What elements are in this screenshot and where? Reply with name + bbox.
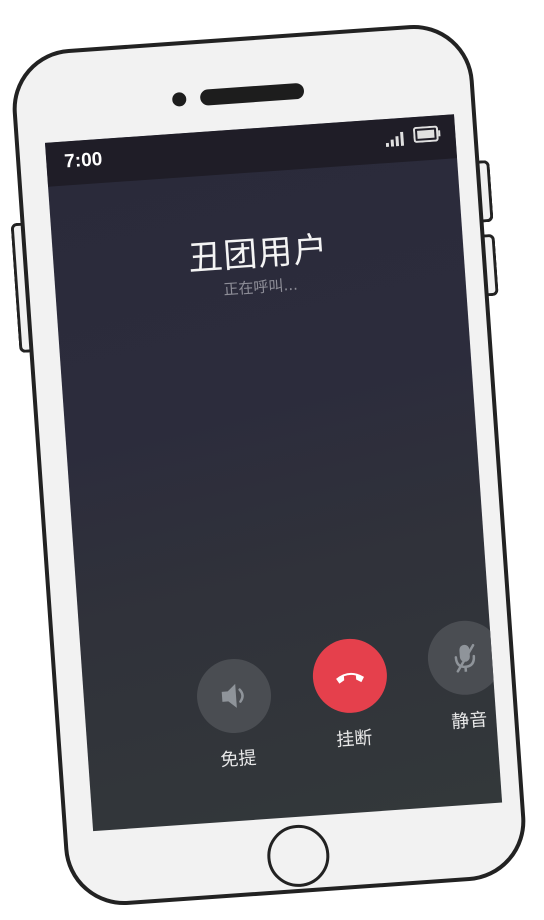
hangup-label: 挂断 [335,727,374,751]
phone-hangup-icon [336,672,365,684]
earpiece-speaker [199,82,305,106]
mic-off-icon [454,643,476,673]
home-button[interactable] [265,822,332,889]
stage: 7:00 丑团用户 正在呼叫... 免提 挂断 静音 [0,0,544,920]
mute-button-circle[interactable] [425,618,503,698]
hangup-button[interactable]: 挂断 [302,636,400,754]
phone-screen: 7:00 丑团用户 正在呼叫... 免提 挂断 静音 [44,114,503,832]
status-bar: 7:00 [44,114,458,187]
speaker-button[interactable]: 免提 [187,656,285,774]
phone-device: 7:00 丑团用户 正在呼叫... 免提 挂断 静音 [8,20,530,910]
phone-body: 7:00 丑团用户 正在呼叫... 免提 挂断 静音 [8,20,530,910]
mute-label: 静音 [450,709,489,733]
mute-button[interactable]: 静音 [417,618,503,736]
speaker-icon [221,683,244,708]
front-camera [171,91,187,107]
battery-icon [412,125,441,143]
status-time: 7:00 [63,148,104,173]
speaker-button-circle[interactable] [194,656,274,736]
hangup-button-circle[interactable] [310,636,390,716]
signal-bars-icon [385,131,405,148]
speaker-label: 免提 [219,747,258,772]
